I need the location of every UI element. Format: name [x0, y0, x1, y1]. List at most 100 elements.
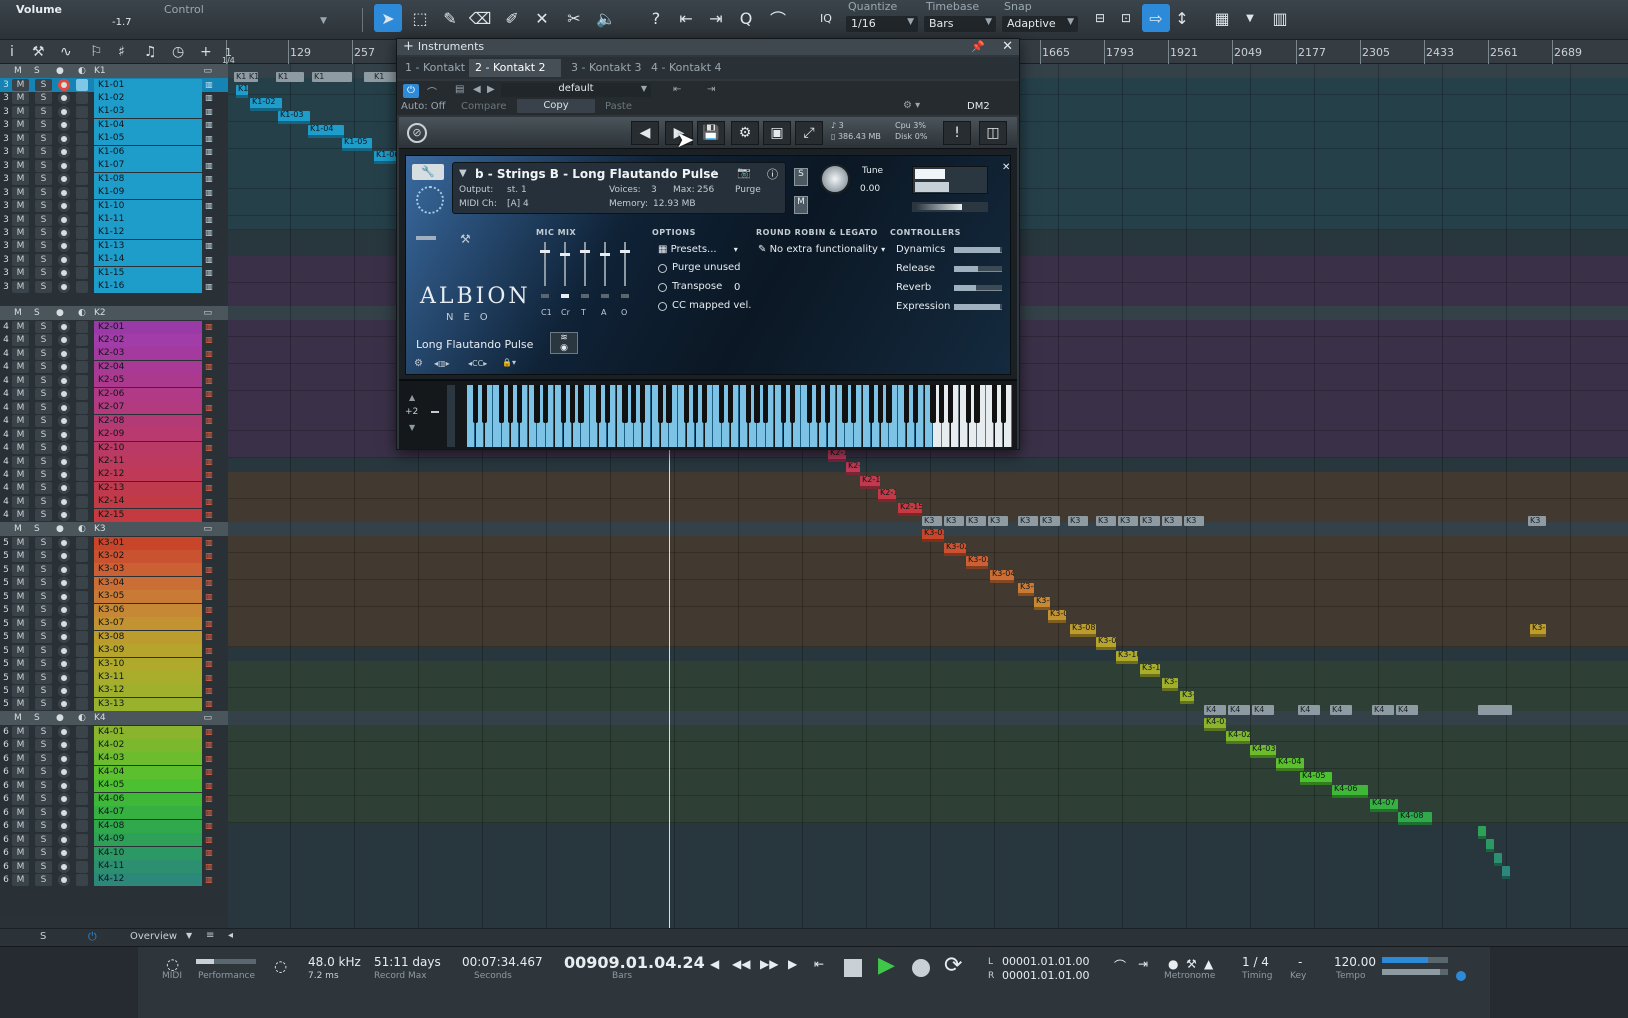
record-arm-icon[interactable] [58, 509, 70, 522]
piano-black-key[interactable] [851, 385, 857, 423]
record-arm-icon[interactable] [58, 226, 70, 239]
mute-button[interactable]: M [12, 590, 29, 603]
midi-clip[interactable]: K1-02 [250, 98, 282, 111]
metronome-click-icon[interactable]: ● [1168, 957, 1178, 971]
track-name[interactable]: K1-01 [94, 78, 202, 92]
record-arm-icon[interactable] [58, 267, 70, 280]
mute-button[interactable]: M [12, 537, 29, 549]
folder-solo-button[interactable]: S [34, 713, 56, 723]
kontakt-logo-icon[interactable]: ⊘ [407, 123, 427, 143]
compare-button[interactable]: Compare [461, 101, 506, 112]
mute-button[interactable]: M [12, 401, 29, 414]
track-row[interactable]: 4 M S K2-13 ▥ [0, 481, 228, 495]
solo-button[interactable]: S [35, 146, 52, 159]
track-name[interactable]: K2-12 [94, 468, 202, 482]
folder-clip[interactable]: K3 [1184, 516, 1204, 526]
track-row[interactable]: 6 M S K4-10 ▥ [0, 846, 228, 860]
folder-track-k3[interactable]: M S ● ◐ K3 ▭ [0, 522, 228, 536]
track-row[interactable]: 3 M S K1-16 ▥ [0, 280, 228, 294]
track-name[interactable]: K2-09 [94, 428, 202, 442]
bars-position[interactable]: 00909.01.04.24 [564, 953, 705, 972]
paint-tool-icon[interactable]: ✐ [498, 4, 526, 32]
track-row[interactable]: 6 M S K4-12 ▥ [0, 873, 228, 887]
folder-clip[interactable]: K3 [922, 516, 942, 526]
piano-black-key[interactable] [903, 385, 910, 423]
instrument-icon[interactable]: ▥ [202, 538, 216, 548]
cc-icon[interactable]: ◂CC▸ [468, 359, 487, 368]
track-row[interactable]: 3 M S K1-14 ▥ [0, 253, 228, 267]
monitor-icon[interactable] [76, 766, 88, 779]
mute-button[interactable]: M [12, 766, 29, 779]
mute-button[interactable]: M [12, 388, 29, 401]
midi-clip[interactable]: K2-15 [898, 503, 922, 516]
power-icon[interactable]: ⏻ [88, 930, 97, 944]
monitor-icon[interactable] [76, 159, 88, 172]
midi-clip[interactable]: K4-02 [1226, 731, 1250, 744]
solo-button[interactable]: S [35, 442, 52, 455]
solo-button[interactable]: S [35, 173, 52, 186]
track-lane[interactable] [228, 552, 1628, 567]
midi-clip[interactable]: K3-01 [922, 529, 944, 542]
folder-mute-button[interactable]: M [14, 713, 34, 723]
midi-clip[interactable]: K3-11 [1140, 664, 1160, 677]
track-row[interactable]: 3 M S K1-10 ▥ [0, 199, 228, 213]
piano-black-key[interactable] [481, 385, 487, 423]
instrument-icon[interactable]: ▥ [202, 416, 216, 426]
info-icon[interactable]: i [10, 44, 14, 60]
instrument-icon[interactable]: ▥ [202, 80, 216, 90]
record-arm-icon[interactable] [58, 240, 70, 253]
midi-clip[interactable]: K3-04 [990, 570, 1014, 583]
piano-black-key[interactable] [639, 385, 646, 423]
track-name[interactable]: K2-13 [94, 481, 202, 495]
solo-button[interactable]: S [35, 537, 52, 549]
mic-fader-knob[interactable] [580, 250, 590, 253]
mic-fader-knob[interactable] [600, 253, 610, 256]
record-arm-icon[interactable] [58, 793, 70, 806]
mute-button[interactable]: M [12, 698, 29, 711]
mute-button[interactable]: M [12, 739, 29, 752]
folder-record-icon[interactable]: ● [56, 524, 78, 534]
add-track-icon[interactable]: + [200, 44, 212, 60]
midi-clip[interactable]: K4-07 [1370, 799, 1398, 812]
timing-value[interactable]: 1 / 4 [1242, 955, 1269, 969]
track-name[interactable]: K1-07 [94, 159, 202, 173]
folder-icon[interactable]: ▭ [203, 66, 212, 76]
track-name[interactable]: K1-02 [94, 91, 202, 105]
solo-button[interactable]: S [35, 92, 52, 105]
folder-solo-button[interactable]: S [34, 66, 56, 76]
pin-icon[interactable]: 📌 [971, 39, 985, 55]
track-row[interactable]: 3 M S K1-08 ▥ [0, 172, 228, 186]
track-row[interactable]: 3 M S K1-02 ▥ [0, 91, 228, 105]
track-row[interactable]: 5 M S K3-10 ▥ [0, 657, 228, 671]
track-name[interactable]: K1-05 [94, 132, 202, 146]
preset-list-icon[interactable]: ▤ [455, 84, 464, 95]
track-name[interactable]: K1-11 [94, 213, 202, 226]
solo-button[interactable]: S [35, 361, 52, 374]
listen-tool-icon[interactable]: 🔈 [592, 4, 620, 32]
close-instrument-icon[interactable]: ✕ [1002, 162, 1010, 173]
track-lane[interactable] [228, 782, 1628, 797]
instrument-icon[interactable]: ▥ [202, 483, 216, 493]
record-arm-icon[interactable] [58, 334, 70, 347]
track-name[interactable]: K4-02 [94, 738, 202, 752]
monitor-icon[interactable] [76, 563, 88, 576]
track-row[interactable]: 3 M S K1-09 ▥ [0, 186, 228, 200]
solo-button[interactable]: S [35, 226, 52, 239]
track-name[interactable]: K3-03 [94, 563, 202, 577]
folder-icon[interactable]: ▭ [203, 713, 212, 723]
quantize-dropdown[interactable]: 1/16 ▼ [846, 16, 918, 32]
piano-black-key[interactable] [701, 385, 707, 423]
piano-black-key[interactable] [1000, 385, 1006, 423]
piano-black-key[interactable] [604, 385, 610, 423]
monitor-icon[interactable] [76, 739, 88, 752]
instrument-icon[interactable]: ▥ [202, 389, 216, 399]
instrument-icon[interactable]: ▥ [202, 376, 216, 386]
mute-button[interactable]: M [12, 415, 29, 428]
split-tool-icon[interactable]: ✂ [560, 4, 588, 32]
instrument-icon[interactable]: ▥ [202, 821, 216, 831]
folder-clip[interactable]: K1 K1 [234, 72, 258, 82]
track-lane[interactable] [228, 674, 1628, 689]
mute-button[interactable]: M [12, 334, 29, 347]
monitor-icon[interactable] [76, 321, 88, 333]
monitor-icon[interactable] [76, 847, 88, 860]
